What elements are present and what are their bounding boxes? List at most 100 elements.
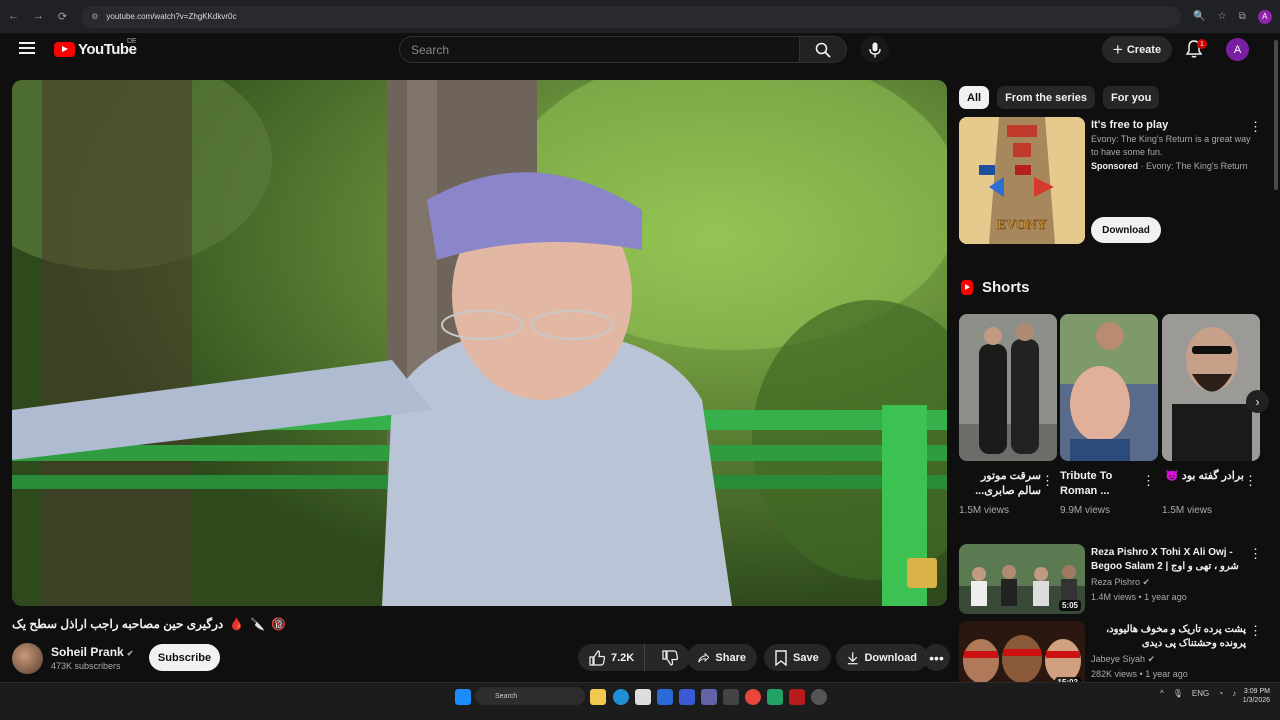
youtube-play-icon [54,42,75,57]
share-button[interactable]: Share [687,644,757,671]
channel-watermark[interactable] [907,558,937,588]
more-vertical-icon[interactable]: ⋮ [1244,473,1257,489]
plus-icon: + [1112,40,1123,59]
shorts-next-button[interactable]: › [1246,390,1269,413]
title-emoji-1: 🩸 [229,617,245,631]
address-bar[interactable]: ⚙ youtube.com/watch?v=ZhgKKdkvr0c [81,5,1182,28]
more-vertical-icon[interactable]: ⋮ [1249,119,1262,135]
file-explorer-icon[interactable] [590,689,606,705]
dislike-button[interactable] [651,644,690,671]
voice-search-button[interactable] [860,36,889,63]
menu-icon[interactable] [19,42,35,54]
download-icon [847,651,858,664]
back-icon[interactable]: ← [8,10,19,23]
chip-all[interactable]: All [959,86,990,109]
site-info-icon[interactable]: ⚙ [91,12,98,21]
reload-icon[interactable]: ⟳ [58,10,67,23]
shorts-header: Shorts [961,279,1030,296]
short-title: برادر گفته بود 😈 [1165,470,1244,482]
channel-name-text: Reza Pishro [1091,577,1141,587]
more-vertical-icon[interactable]: ⋮ [1249,623,1262,639]
media-icon[interactable] [811,689,827,705]
youtube-header: YouTube DE Search + Create 1 A [0,34,1280,66]
video-title: پشت پرده تاریک و مخوف هالیوود، پرونده وح… [1105,624,1246,649]
channel-name-block[interactable]: Soheil Prank ✔ [51,645,133,659]
search-icon [815,42,831,58]
sponsored-label: Sponsored [1091,161,1139,171]
volume-icon[interactable]: ♪ [1232,689,1236,698]
short-item[interactable]: Tribute To Roman ... 9.9M views ⋮ [1060,314,1158,516]
clock[interactable]: 3:09 PM 1/3/2026 [1243,687,1270,705]
download-button[interactable]: Download [836,644,928,671]
short-thumbnail[interactable] [1162,314,1260,461]
sponsored-ad-card[interactable]: EVONY It's free to play Evony: The King'… [959,117,1262,245]
search-button[interactable] [800,36,847,63]
recommended-video[interactable]: 5:05 Reza Pishro X Tohi X Ali Owj - Bego… [959,544,1262,614]
clock-date: 1/3/2026 [1242,697,1270,704]
more-vertical-icon[interactable]: ⋮ [1041,473,1054,489]
short-title: Tribute To Roman ... [1060,470,1113,497]
chevron-up-icon[interactable]: ^ [1160,689,1164,698]
recommended-video[interactable]: 15:03 پشت پرده تاریک و مخوف هالیوود، پرو… [959,621,1262,691]
verified-icon: ✔ [126,649,134,658]
create-label: Create [1126,43,1162,56]
region-code: DE [127,38,137,45]
start-icon[interactable] [455,689,471,705]
taskbar-search[interactable]: Search [475,687,585,705]
save-button[interactable]: Save [764,644,831,671]
subscribe-button[interactable]: Subscribe [149,644,220,671]
search-input[interactable]: Search [399,36,800,63]
chip-from-the-series[interactable]: From the series [997,86,1095,109]
create-button[interactable]: + Create [1102,36,1172,63]
short-item[interactable]: سرقت موتور سالم صابری... 😂 1.5M views ⋮ [959,314,1057,516]
language-indicator[interactable]: ENG [1192,689,1209,698]
more-vertical-icon[interactable]: ⋮ [1249,546,1262,562]
extensions-icon[interactable]: ⧉ [1239,11,1246,22]
browser-nav: ← → ⟳ [0,10,67,23]
profile-icon[interactable]: A [1257,9,1272,24]
video-frame [12,80,947,606]
like-button[interactable]: 7.2K [578,644,645,671]
channel-name: Soheil Prank [51,645,124,659]
more-vertical-icon[interactable]: ⋮ [1142,473,1155,489]
view-count: 1.4M views [1091,592,1137,602]
short-thumbnail-art [959,314,1057,461]
forward-icon[interactable]: → [33,10,44,23]
app-icon[interactable] [657,689,673,705]
short-thumbnail[interactable] [1060,314,1158,461]
star-icon[interactable]: ☆ [1218,11,1227,22]
app-icon[interactable] [679,689,695,705]
ad-advertiser: Evony: The King's Return [1146,161,1248,171]
short-item[interactable]: برادر گفته بود 😈 1.5M views ⋮ [1162,314,1260,516]
taskbar-search-label: Search [495,692,518,700]
app-icon[interactable] [767,689,783,705]
more-actions-button[interactable]: ••• [923,644,950,671]
youtube-logo[interactable]: YouTube DE [54,38,137,58]
page-scrollbar[interactable] [1274,40,1278,190]
ad-download-button[interactable]: Download [1091,217,1161,243]
edge-icon[interactable] [613,689,629,705]
app-icon[interactable] [789,689,805,705]
channel-name: Jabeye Siyah ✔ [1091,654,1155,665]
account-avatar[interactable]: A [1226,38,1249,61]
title-emoji-3: 🔞 [271,617,287,631]
chip-for-you[interactable]: For you [1102,86,1160,109]
ad-thumbnail[interactable]: EVONY [959,117,1085,244]
wifi-icon[interactable]: ◔ [1218,689,1223,698]
video-player[interactable] [12,80,947,606]
video-thumbnail[interactable]: 5:05 [959,544,1085,614]
shorts-title: Shorts [982,279,1030,296]
microphone-icon[interactable]: 🎙 [1173,689,1183,698]
channel-avatar[interactable] [12,643,43,674]
microphone-icon [868,42,881,57]
video-thumbnail[interactable]: 15:03 [959,621,1085,691]
verified-icon: ✔ [1142,577,1151,587]
short-views: 9.9M views [1060,505,1111,516]
like-dislike-group: 7.2K [578,644,690,671]
terminal-icon[interactable] [723,689,739,705]
teams-icon[interactable] [701,689,717,705]
zoom-icon[interactable]: 🔍 [1193,11,1205,22]
short-thumbnail[interactable] [959,314,1057,461]
chrome-icon[interactable] [745,689,761,705]
store-icon[interactable] [635,689,651,705]
